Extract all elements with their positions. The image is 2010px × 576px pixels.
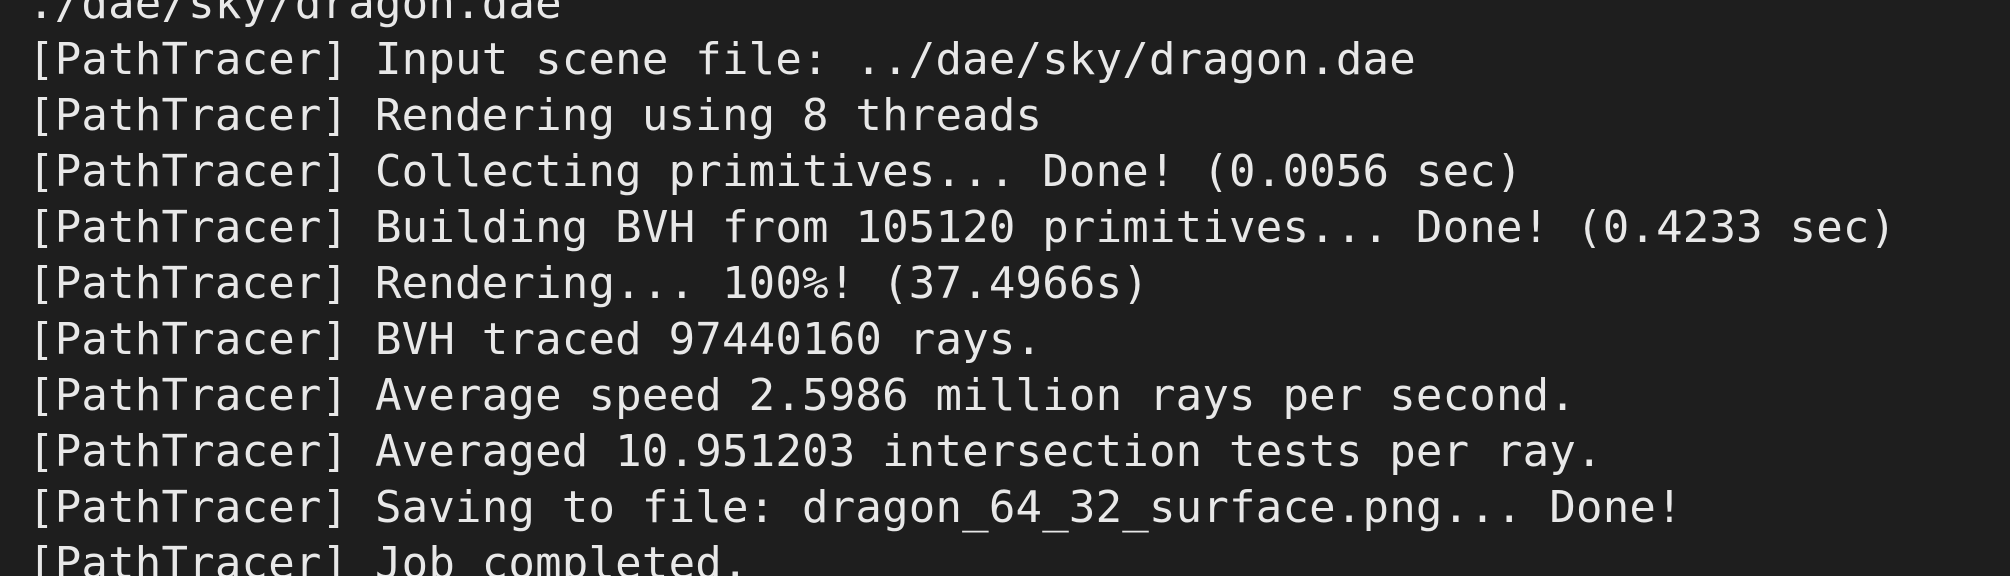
terminal-line-partial-path: ./dae/sky/dragon.dae bbox=[28, 0, 562, 29]
terminal-line-rendering-progress: [PathTracer] Rendering... 100%! (37.4966… bbox=[28, 258, 1149, 309]
terminal-line-job-completed: [PathTracer] Job completed. bbox=[28, 538, 749, 576]
terminal-line-building-bvh: [PathTracer] Building BVH from 105120 pr… bbox=[28, 202, 1897, 253]
terminal-line-input-scene: [PathTracer] Input scene file: ../dae/sk… bbox=[28, 34, 1416, 85]
terminal-line-collecting-primitives: [PathTracer] Collecting primitives... Do… bbox=[28, 146, 1523, 197]
terminal-window[interactable]: ./dae/sky/dragon.dae [PathTracer] Input … bbox=[0, 0, 2010, 576]
terminal-line-threads: [PathTracer] Rendering using 8 threads bbox=[28, 90, 1043, 141]
terminal-output: ./dae/sky/dragon.dae [PathTracer] Input … bbox=[28, 0, 1896, 576]
terminal-line-saving-file: [PathTracer] Saving to file: dragon_64_3… bbox=[28, 482, 1683, 533]
terminal-line-bvh-traced: [PathTracer] BVH traced 97440160 rays. bbox=[28, 314, 1043, 365]
terminal-line-intersection-tests: [PathTracer] Averaged 10.951203 intersec… bbox=[28, 426, 1603, 477]
terminal-line-average-speed: [PathTracer] Average speed 2.5986 millio… bbox=[28, 370, 1577, 421]
